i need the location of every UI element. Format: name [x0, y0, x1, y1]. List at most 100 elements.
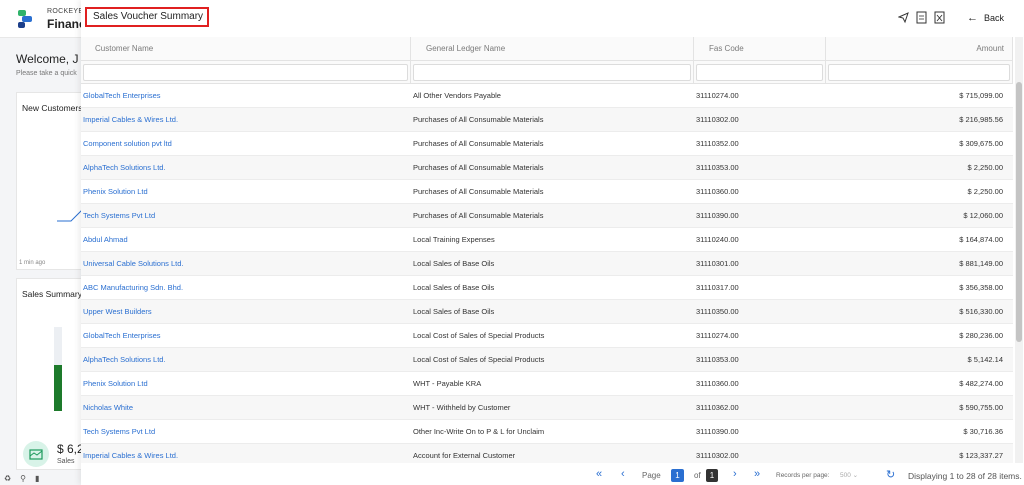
cell-general-ledger: Purchases of All Consumable Materials	[413, 211, 544, 220]
cell-general-ledger: Purchases of All Consumable Materials	[413, 115, 544, 124]
table-row[interactable]: Phenix Solution Ltd Purchases of All Cons…	[81, 180, 1013, 204]
cell-amount: $ 123,337.27	[959, 451, 1003, 460]
filter-fas-input[interactable]	[696, 64, 823, 81]
sales-bar-fill	[54, 365, 62, 411]
cell-customer-name[interactable]: Universal Cable Solutions Ltd.	[81, 259, 411, 268]
cell-general-ledger: Account for External Customer	[413, 451, 516, 460]
cell-amount: $ 164,874.00	[959, 235, 1003, 244]
header-general-ledger[interactable]: General Ledger Name	[411, 37, 694, 60]
cell-general-ledger: Purchases of All Consumable Materials	[413, 139, 544, 148]
cell-general-ledger: Local Sales of Base Oils	[413, 259, 495, 268]
cell-amount: $ 881,149.00	[959, 259, 1003, 268]
table-row[interactable]: Phenix Solution Ltd WHT - Payable KRA 3111…	[81, 372, 1013, 396]
cell-amount: $ 12,060.00	[963, 211, 1003, 220]
records-per-page-value: 500	[840, 472, 851, 479]
next-page-icon[interactable]: ›	[733, 468, 737, 480]
table-row[interactable]: Component solution pvt ltd Purchases of A…	[81, 132, 1013, 156]
cell-customer-name[interactable]: Nicholas White	[81, 403, 411, 412]
brand-top-text: ROCKEYE	[47, 8, 84, 15]
cell-customer-name[interactable]: ABC Manufacturing Sdn. Bhd.	[81, 283, 411, 292]
cell-customer-name[interactable]: Component solution pvt ltd	[81, 139, 411, 148]
cell-amount: $ 2,250.00	[967, 187, 1003, 196]
last-page-icon[interactable]: »	[754, 468, 760, 480]
records-per-page-label: Records per page:	[776, 472, 830, 479]
refresh-icon[interactable]: ↻	[886, 468, 895, 481]
recycle-icon[interactable]: ♻	[4, 474, 11, 483]
current-page-input[interactable]: 1	[671, 469, 684, 482]
table-row[interactable]: Nicholas White WHT - Withheld by Customer…	[81, 396, 1013, 420]
cell-general-ledger: Local Sales of Base Oils	[413, 307, 495, 316]
of-label: of	[694, 471, 701, 480]
send-icon[interactable]	[897, 11, 909, 24]
cell-customer-name[interactable]: Phenix Solution Ltd	[81, 187, 411, 196]
table-row[interactable]: Tech Systems Pvt Ltd Purchases of All Con…	[81, 204, 1013, 228]
filter-customer-input[interactable]	[83, 64, 408, 81]
cell-general-ledger: WHT - Withheld by Customer	[413, 403, 511, 412]
cell-customer-name[interactable]: AlphaTech Solutions Ltd.	[81, 355, 411, 364]
card-timestamp: 1 min ago	[19, 260, 46, 266]
card-title: Sales Summary	[22, 289, 82, 299]
cell-amount: $ 2,250.00	[967, 163, 1003, 172]
header-fas-code[interactable]: Fas Code	[694, 37, 826, 60]
bookmark-icon[interactable]: ▮	[35, 474, 39, 483]
cell-general-ledger: Other Inc-Write On to P & L for Unclaim	[413, 427, 545, 436]
app-logo-icon	[18, 10, 32, 28]
cell-customer-name[interactable]: GlobalTech Enterprises	[81, 91, 411, 100]
cell-fas-code: 31110353.00	[696, 163, 739, 172]
cell-customer-name[interactable]: Imperial Cables & Wires Ltd.	[81, 451, 411, 460]
cell-customer-name[interactable]: Abdul Ahmad	[81, 235, 411, 244]
table-scrollbar[interactable]	[1015, 37, 1023, 463]
pdf-export-icon[interactable]	[916, 11, 927, 24]
filter-gl-input[interactable]	[413, 64, 691, 81]
table-row[interactable]: GlobalTech Enterprises Local Cost of Sale…	[81, 324, 1013, 348]
records-per-page-select[interactable]: 500 ⌄	[840, 471, 858, 479]
table-header: Customer Name General Ledger Name Fas Co…	[81, 37, 1013, 61]
prev-page-icon[interactable]: ‹	[621, 468, 625, 480]
cell-fas-code: 31110240.00	[696, 235, 739, 244]
total-pages: 1	[706, 469, 718, 482]
table-row[interactable]: AlphaTech Solutions Ltd. Purchases of All…	[81, 156, 1013, 180]
table-row[interactable]: Abdul Ahmad Local Training Expenses 311102…	[81, 228, 1013, 252]
sales-voucher-panel: Sales Voucher Summary ← Back Customer Na…	[81, 0, 1024, 485]
cell-fas-code: 31110353.00	[696, 355, 739, 364]
back-arrow-icon: ←	[967, 12, 978, 24]
cell-customer-name[interactable]: Tech Systems Pvt Ltd	[81, 211, 411, 220]
welcome-heading: Welcome, J	[16, 52, 79, 66]
header-amount[interactable]: Amount	[826, 37, 1013, 60]
cell-customer-name[interactable]: GlobalTech Enterprises	[81, 331, 411, 340]
cell-general-ledger: Purchases of All Consumable Materials	[413, 163, 544, 172]
sales-summary-card: Sales Summary $ 6,2 Sales	[16, 278, 86, 470]
table-row[interactable]: Upper West Builders Local Sales of Base O…	[81, 300, 1013, 324]
back-button[interactable]: ← Back	[967, 12, 1004, 24]
table-row[interactable]: Imperial Cables & Wires Ltd. Purchases of…	[81, 108, 1013, 132]
cell-customer-name[interactable]: Imperial Cables & Wires Ltd.	[81, 115, 411, 124]
cell-general-ledger: Local Sales of Base Oils	[413, 283, 495, 292]
table-row[interactable]: Tech Systems Pvt Ltd Other Inc-Write On t…	[81, 420, 1013, 444]
cell-general-ledger: Purchases of All Consumable Materials	[413, 187, 544, 196]
filter-row	[81, 61, 1013, 84]
card-title: New Customers	[22, 103, 83, 113]
table-row[interactable]: Imperial Cables & Wires Ltd. Account for …	[81, 444, 1013, 463]
cell-general-ledger: All Other Vendors Payable	[413, 91, 501, 100]
table-row[interactable]: GlobalTech Enterprises All Other Vendors …	[81, 84, 1013, 108]
table-row[interactable]: AlphaTech Solutions Ltd. Local Cost of Sa…	[81, 348, 1013, 372]
cell-customer-name[interactable]: Phenix Solution Ltd	[81, 379, 411, 388]
voucher-table: Customer Name General Ledger Name Fas Co…	[81, 37, 1013, 463]
scroll-thumb[interactable]	[1016, 82, 1022, 342]
cell-customer-name[interactable]: Upper West Builders	[81, 307, 411, 316]
cell-customer-name[interactable]: AlphaTech Solutions Ltd.	[81, 163, 411, 172]
filter-amount-input[interactable]	[828, 64, 1010, 81]
cell-general-ledger: Local Cost of Sales of Special Products	[413, 331, 545, 340]
first-page-icon[interactable]: «	[596, 468, 602, 480]
table-row[interactable]: ABC Manufacturing Sdn. Bhd. Local Sales o…	[81, 276, 1013, 300]
cell-amount: $ 715,099.00	[959, 91, 1003, 100]
cell-general-ledger: WHT - Payable KRA	[413, 379, 482, 388]
table-row[interactable]: Universal Cable Solutions Ltd. Local Sale…	[81, 252, 1013, 276]
cell-fas-code: 31110274.00	[696, 331, 739, 340]
link-icon[interactable]: ⚲	[20, 474, 26, 483]
cell-fas-code: 31110390.00	[696, 211, 739, 220]
back-label: Back	[984, 13, 1005, 23]
excel-export-icon[interactable]	[934, 11, 945, 24]
header-customer-name[interactable]: Customer Name	[81, 37, 411, 60]
cell-customer-name[interactable]: Tech Systems Pvt Ltd	[81, 427, 411, 436]
